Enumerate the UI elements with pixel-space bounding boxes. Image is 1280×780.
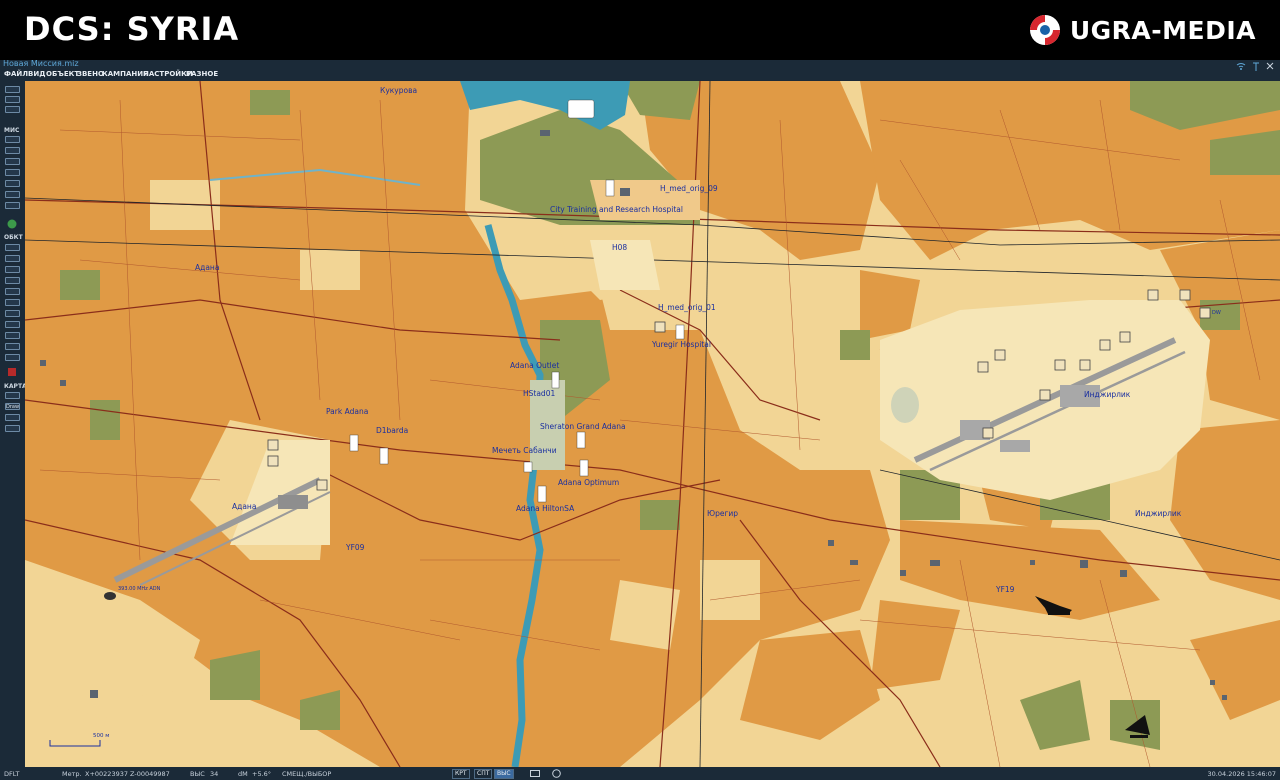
save-button[interactable] — [5, 96, 20, 103]
mission-tool-4-button[interactable] — [5, 169, 20, 176]
label-h08: H08 — [612, 243, 627, 252]
globe-icon[interactable] — [7, 219, 17, 229]
menu-misc[interactable]: РАЗНОЕ — [186, 70, 218, 78]
add-bullseye-button[interactable] — [5, 321, 20, 328]
label-yf09: YF09 — [345, 543, 365, 552]
label-park-adana: Park Adana — [326, 407, 368, 416]
magvar-value: +5.6° — [252, 770, 272, 778]
section-mission-label: МИС — [4, 127, 20, 134]
navaid-icon — [104, 592, 116, 600]
menu-campaign[interactable]: КАМПАНИЯ — [102, 70, 149, 78]
game-title: DCS: SYRIA — [24, 10, 240, 48]
label-h-med-01: H_med_orig_01 — [658, 303, 716, 312]
label-adana-outlet: Adana Outlet — [510, 361, 559, 370]
satellite-mode-button[interactable]: СПТ — [474, 769, 493, 779]
label-adana-hilton: Adana HiltonSA — [516, 504, 575, 513]
mission-tool-1-button[interactable] — [5, 136, 20, 143]
menu-file[interactable]: ФАЙЛ — [4, 70, 28, 78]
open-button[interactable] — [5, 86, 20, 93]
add-template-button[interactable] — [5, 310, 20, 317]
screenshot-icon[interactable] — [530, 770, 540, 777]
map-canvas[interactable]: Кукурова Адана H_med_orig_09 City Traini… — [25, 81, 1280, 767]
menu-bar: ФАЙЛ ВИД ОБЪЕКТ ЗВЕНО КАМПАНИЯ НАСТРОЙКИ… — [0, 69, 1280, 81]
add-plane-button[interactable] — [5, 244, 20, 251]
ugra-media-logo-icon — [1029, 15, 1060, 45]
section-objects-label: ОБКТ — [4, 234, 23, 241]
label-yuregir: Юрегир — [707, 509, 738, 518]
destroy-icon[interactable] — [7, 367, 17, 377]
add-helicopter-button[interactable] — [5, 255, 20, 262]
label-adana-optimum: Adana Optimum — [558, 478, 619, 487]
left-toolbar: МИС ОБКТ КАРТА Draw — [0, 81, 27, 767]
coord-unit-label: Метр. — [62, 770, 82, 778]
mission-tool-7-button[interactable] — [5, 202, 20, 209]
active-tool: СМЕЩ./ВЫБОР — [282, 770, 332, 778]
label-hstad01: HStad01 — [523, 389, 555, 398]
mission-file-name: Новая Миссия.miz — [3, 59, 79, 68]
antenna-icon[interactable] — [1252, 62, 1260, 72]
mission-tool-3-button[interactable] — [5, 158, 20, 165]
label-adana-city: Адана — [195, 263, 219, 272]
label-scale: 500 м — [93, 733, 109, 739]
clock-icon[interactable] — [552, 769, 561, 778]
add-warehouse-button[interactable] — [5, 354, 20, 361]
label-incirlik-area: Инджирлик — [1135, 509, 1182, 518]
add-vehicle-button[interactable] — [5, 277, 20, 284]
draw-button[interactable]: Draw — [5, 403, 20, 410]
titlebar-icons — [1236, 62, 1274, 72]
cursor-coords: X+00223937 Z-00049987 — [85, 770, 170, 778]
mission-tool-5-button[interactable] — [5, 180, 20, 187]
altitude-mode-button[interactable]: ВЫС — [494, 769, 514, 779]
wifi-icon[interactable] — [1236, 62, 1246, 70]
mission-tool-6-button[interactable] — [5, 191, 20, 198]
mode-dropdown[interactable]: DFLT — [4, 770, 19, 778]
label-yuregir-hospital: Yuregir Hospital — [651, 340, 711, 349]
add-road-button[interactable] — [5, 343, 20, 350]
window-titlebar: Новая Миссия.miz — [0, 59, 1280, 69]
label-kukurova: Кукурова — [380, 86, 417, 95]
magvar-label: dM — [238, 770, 248, 778]
altitude-label: ВЫС — [190, 770, 205, 778]
mission-map[interactable]: Кукурова Адана H_med_orig_09 City Traini… — [25, 81, 1280, 767]
add-static-button[interactable] — [5, 288, 20, 295]
label-mosque: Мечеть Сабанчи — [492, 446, 557, 455]
label-d1barda: D1barda — [376, 426, 408, 435]
map-options-button[interactable] — [5, 425, 20, 432]
banner: DCS: SYRIA UGRA-MEDIA — [0, 0, 1280, 60]
ruler-button[interactable] — [5, 414, 20, 421]
mission-tool-2-button[interactable] — [5, 147, 20, 154]
altitude-value: 34 — [210, 770, 219, 778]
map-tool-1-button[interactable] — [5, 392, 20, 399]
label-yf19: YF19 — [995, 585, 1015, 594]
add-formation-button[interactable] — [5, 332, 20, 339]
map-mode-button[interactable]: КРТ — [452, 769, 470, 779]
datetime: 30.04.2026 15:46:07 — [1207, 770, 1276, 778]
label-adana-airport: Адана — [232, 502, 256, 511]
print-button[interactable] — [5, 106, 20, 113]
section-map-label: КАРТА — [4, 383, 27, 390]
close-icon[interactable] — [1266, 62, 1274, 70]
label-incirlik: Инджирлик — [1084, 390, 1131, 399]
status-bar: DFLT Метр. X+00223937 Z-00049987 ВЫС 34 … — [0, 767, 1280, 780]
add-ship-button[interactable] — [5, 266, 20, 273]
label-frequency: 393.00 MHz ADN — [118, 586, 161, 592]
label-h-med-09: H_med_orig_09 — [660, 184, 718, 193]
brand-name: UGRA-MEDIA — [1069, 15, 1256, 45]
label-sheraton: Sheraton Grand Adana — [540, 422, 626, 431]
menu-view[interactable]: ВИД — [28, 70, 45, 78]
menu-flight[interactable]: ЗВЕНО — [77, 70, 104, 78]
menu-object[interactable]: ОБЪЕКТ — [46, 70, 79, 78]
add-trigger-zone-button[interactable] — [5, 299, 20, 306]
label-dw: DW — [1212, 310, 1221, 316]
brand: UGRA-MEDIA — [1028, 12, 1256, 48]
label-city-hospital: City Training and Research Hospital — [550, 205, 683, 214]
